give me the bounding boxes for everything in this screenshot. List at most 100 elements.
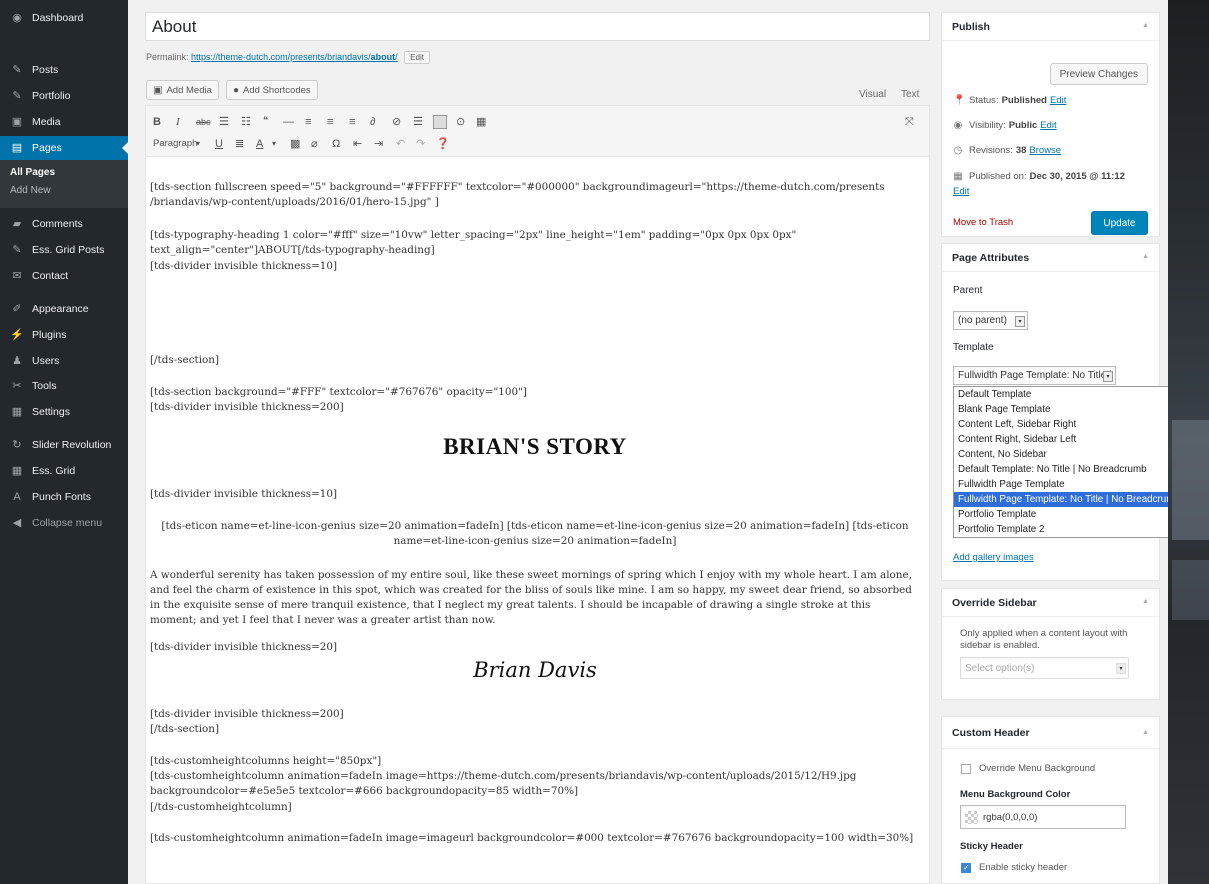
visibility-edit-link[interactable]: Edit	[1040, 120, 1056, 131]
tab-text[interactable]: Text	[901, 89, 919, 100]
sidebar-item-settings[interactable]: ▦ Settings	[0, 400, 128, 424]
chevron-down-icon[interactable]: ▾	[196, 138, 200, 150]
toolbar-toggle-button[interactable]	[433, 115, 447, 129]
page-attributes-header[interactable]: Page Attributes ▲	[942, 244, 1159, 272]
submenu-add-new[interactable]: Add New	[10, 185, 51, 196]
published-on-row: ▦ Published on: Dec 30, 2015 @ 11:12	[953, 171, 1125, 182]
sidebar-item-label: Pages	[32, 142, 62, 154]
content-paragraph: [tds-customheightcolumn animation=fadeIn…	[150, 832, 914, 844]
grid-icon[interactable]: ▦	[476, 116, 486, 128]
collapse-arrow-icon[interactable]: ▲	[1142, 253, 1149, 260]
add-gallery-images-link[interactable]: Add gallery images	[953, 552, 1034, 563]
outdent-icon[interactable]: ⇤	[353, 138, 362, 150]
bullet-list-button[interactable]: ☰	[219, 116, 229, 128]
sidebar-item-label: Collapse menu	[32, 517, 103, 529]
strikethrough-button[interactable]: abc	[196, 116, 211, 128]
paste-text-icon[interactable]: ▩	[290, 138, 300, 150]
permalink-edit-button[interactable]: Edit	[404, 51, 430, 64]
align-left-button[interactable]: ≡	[305, 116, 311, 128]
help-icon[interactable]: ❓	[436, 138, 450, 150]
sidebar-item-label: Portfolio	[32, 90, 71, 102]
pin-icon: 📍	[953, 95, 966, 106]
sidebar-item-portfolio[interactable]: ✎ Portfolio	[0, 84, 128, 108]
sidebar-item-posts[interactable]: ✎ Posts	[0, 58, 128, 82]
chevron-down-icon: ▾	[1103, 371, 1113, 382]
sidebar-item-ess-grid-posts[interactable]: ✎ Ess. Grid Posts	[0, 238, 128, 262]
align-center-button[interactable]: ≡	[327, 116, 333, 128]
sidebar-item-tools[interactable]: ✂ Tools	[0, 374, 128, 398]
sidebar-item-plugins[interactable]: ⚡ Plugins	[0, 323, 128, 347]
sidebar-item-comments[interactable]: ▰ Comments	[0, 212, 128, 236]
override-menu-bg-checkbox[interactable]	[961, 763, 971, 774]
parent-select[interactable]: (no parent) ▾	[953, 311, 1028, 330]
sidebar-item-users[interactable]: ♟ Users	[0, 349, 128, 373]
date-edit-link[interactable]: Edit	[953, 186, 969, 197]
underline-button[interactable]: U	[215, 138, 223, 150]
status-edit-link[interactable]: Edit	[1050, 95, 1066, 106]
content-paragraph: [tds-section fullscreen speed="5" backgr…	[150, 181, 885, 208]
sidebar-item-ess-grid[interactable]: ▦ Ess. Grid	[0, 459, 128, 483]
sidebar-item-pages[interactable]: ▤ Pages	[0, 136, 128, 160]
indent-icon[interactable]: ⇥	[374, 138, 383, 150]
horizontal-line-button[interactable]: —	[283, 116, 294, 128]
sidebar-item-label: Users	[32, 355, 60, 367]
sidebar-item-contact[interactable]: ✉ Contact	[0, 264, 128, 288]
add-shortcodes-button[interactable]: ● Add Shortcodes	[226, 80, 318, 100]
menu-bg-color-input[interactable]: rgba(0,0,0,0)	[960, 805, 1126, 829]
grid-icon: ▦	[11, 464, 23, 477]
preview-changes-button[interactable]: Preview Changes	[1049, 63, 1148, 85]
publish-box-header[interactable]: Publish ▲	[942, 13, 1159, 41]
italic-button[interactable]: I	[176, 116, 180, 128]
unlink-icon[interactable]: ⊘	[392, 116, 401, 128]
collapse-arrow-icon[interactable]: ▲	[1142, 22, 1149, 29]
custom-header-header[interactable]: Custom Header ▲	[942, 717, 1159, 749]
collapse-arrow-icon[interactable]: ▲	[1142, 598, 1149, 605]
sidebar-item-collapse-menu[interactable]: ◀ Collapse menu	[0, 511, 128, 535]
sidebar-item-appearance[interactable]: ✐ Appearance	[0, 297, 128, 321]
browse-revisions-link[interactable]: Browse	[1029, 145, 1061, 156]
read-more-button[interactable]: ☰	[413, 116, 423, 128]
undo-icon[interactable]: ↶	[396, 138, 405, 150]
template-select[interactable]: Fullwidth Page Template: No Title | ▾	[953, 366, 1116, 385]
tab-visual[interactable]: Visual	[859, 89, 886, 100]
format-select[interactable]: Paragraph	[153, 138, 197, 150]
page-title-input[interactable]	[145, 12, 930, 41]
sidebar-item-punch-fonts[interactable]: A Punch Fonts	[0, 485, 128, 509]
sidebar-item-media[interactable]: ▣ Media	[0, 110, 128, 134]
sidebar-item-label: Plugins	[32, 329, 67, 341]
sidebar-option-select[interactable]: Select option(s) ▾	[960, 657, 1129, 679]
move-to-trash-link[interactable]: Move to Trash	[953, 217, 1013, 228]
sidebar-item-label: Media	[32, 116, 61, 128]
fullscreen-icon[interactable]: ⤧	[905, 116, 914, 128]
justify-button[interactable]: ≣	[235, 138, 244, 150]
sidebar-item-dashboard[interactable]: ◉ Dashboard	[0, 6, 128, 30]
blockquote-button[interactable]: “	[263, 115, 269, 127]
numbered-list-button[interactable]: ☷	[241, 116, 251, 128]
clear-formatting-icon[interactable]: ⌀	[311, 138, 318, 150]
collapse-arrow-icon[interactable]: ▲	[1142, 729, 1149, 736]
sidebar-item-slider-revolution[interactable]: ↻ Slider Revolution	[0, 433, 128, 457]
permalink-link[interactable]: https://theme-dutch.com/presents/brianda…	[191, 52, 398, 62]
override-menu-bg-row[interactable]: Override Menu Background	[961, 763, 1095, 774]
update-button[interactable]: Update	[1091, 211, 1148, 235]
color-swatch-icon[interactable]	[965, 810, 978, 824]
content-paragraph: [tds-customheightcolumn animation=fadeIn…	[150, 770, 857, 797]
content-paragraph: [tds-typography-heading 1 color="#fff" s…	[150, 229, 797, 256]
enable-sticky-row[interactable]: Enable sticky header	[961, 862, 1067, 873]
permalink-label: Permalink:	[146, 51, 189, 62]
enable-sticky-checkbox[interactable]	[961, 862, 971, 873]
override-sidebar-header[interactable]: Override Sidebar ▲	[942, 589, 1159, 617]
admin-sidebar: All Pages Add New ◉ Dashboard ✎ Posts ✎ Portf…	[0, 0, 128, 884]
text-color-button[interactable]: A	[256, 138, 263, 150]
content-paragraph: [tds-eticon name=et-line-icon-genius siz…	[161, 520, 909, 547]
redo-icon[interactable]: ↷	[416, 138, 425, 150]
link-icon[interactable]: ∂	[370, 116, 375, 128]
align-right-button[interactable]: ≡	[349, 116, 355, 128]
slider-icon[interactable]: ⊙	[456, 116, 465, 128]
bold-button[interactable]: B	[153, 116, 161, 128]
add-media-button[interactable]: ▣ Add Media	[146, 80, 219, 100]
chevron-down-icon[interactable]: ▾	[272, 138, 276, 150]
submenu-all-pages[interactable]: All Pages	[10, 167, 55, 178]
special-character-icon[interactable]: Ω	[332, 138, 340, 150]
mail-icon: ✉	[12, 269, 22, 282]
